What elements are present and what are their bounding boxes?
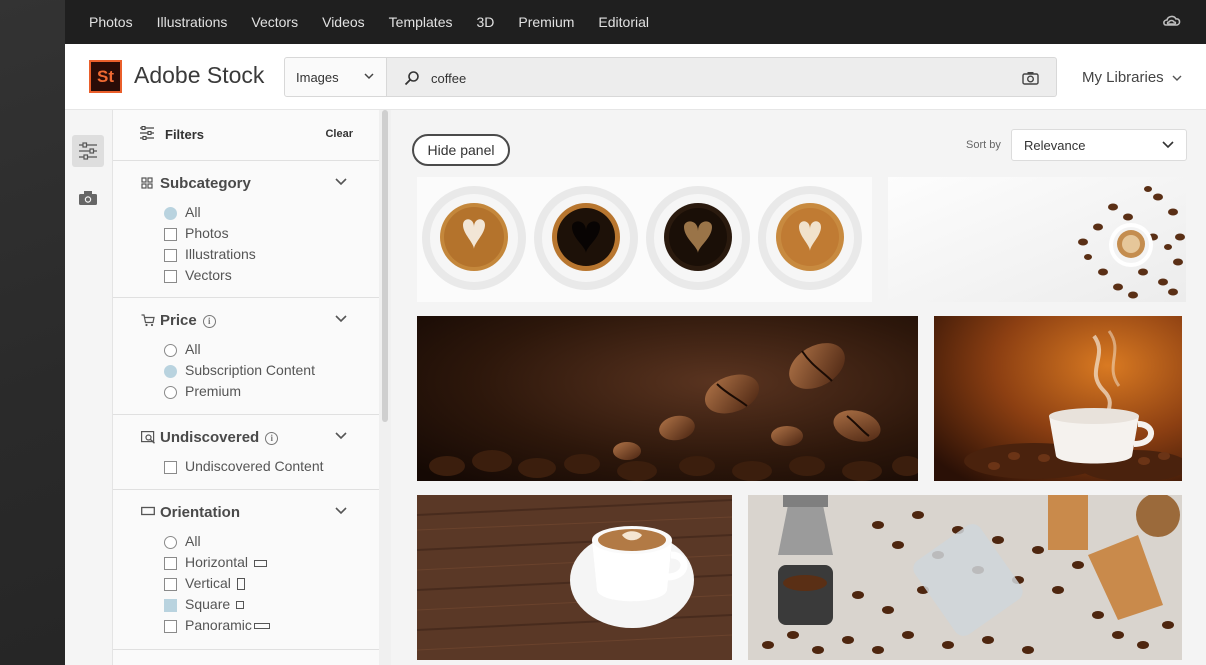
my-libraries-label: My Libraries bbox=[1082, 69, 1164, 86]
chevron-down-icon bbox=[335, 507, 347, 515]
shopping-cart-icon bbox=[141, 314, 155, 327]
asset-type-select[interactable]: Images bbox=[284, 57, 387, 97]
horizontal-orientation-icon bbox=[254, 559, 268, 567]
checkbox[interactable] bbox=[164, 557, 177, 570]
site-header: St Adobe Stock Images My Libraries bbox=[65, 44, 1206, 110]
creative-cloud-icon[interactable] bbox=[1162, 12, 1182, 32]
visual-search-camera-icon[interactable] bbox=[1022, 71, 1039, 85]
clear-filters-button[interactable]: Clear bbox=[325, 128, 353, 140]
sliders-icon bbox=[79, 142, 97, 160]
vertical-orientation-icon bbox=[236, 578, 245, 591]
chevron-down-icon bbox=[335, 315, 347, 323]
subcategory-option-all[interactable]: All bbox=[113, 203, 379, 224]
top-navigation: Photos Illustrations Vectors Videos Temp… bbox=[65, 0, 1206, 44]
chevron-down-icon bbox=[1162, 141, 1174, 149]
orientation-option-square[interactable]: Square bbox=[113, 595, 379, 616]
chevron-down-icon bbox=[364, 73, 374, 80]
hide-panel-button[interactable]: Hide panel bbox=[412, 134, 510, 166]
filters-panel: Filters Clear Subcategory All Photos Ill… bbox=[113, 110, 379, 665]
nav-vectors[interactable]: Vectors bbox=[251, 14, 298, 30]
chevron-down-icon bbox=[335, 178, 347, 186]
checkbox[interactable] bbox=[164, 599, 177, 612]
subcategory-option-illustrations[interactable]: Illustrations bbox=[113, 245, 379, 266]
filters-scrollbar[interactable] bbox=[379, 110, 391, 665]
price-title: Price i bbox=[160, 312, 216, 329]
result-image[interactable] bbox=[748, 495, 1182, 660]
undiscovered-option-content[interactable]: Undiscovered Content bbox=[113, 457, 379, 478]
radio-button[interactable] bbox=[164, 344, 177, 357]
nav-photos[interactable]: Photos bbox=[89, 14, 133, 30]
results-area: Hide panel Sort by Relevance bbox=[391, 110, 1206, 665]
desktop-background bbox=[0, 0, 65, 665]
radio-button[interactable] bbox=[164, 536, 177, 549]
info-icon[interactable]: i bbox=[265, 431, 279, 445]
nav-illustrations[interactable]: Illustrations bbox=[157, 14, 228, 30]
asset-type-value: Images bbox=[296, 69, 339, 85]
result-image[interactable] bbox=[417, 177, 872, 302]
nav-templates[interactable]: Templates bbox=[389, 14, 453, 30]
price-option-premium[interactable]: Premium bbox=[113, 382, 379, 403]
orientation-option-vertical[interactable]: Vertical bbox=[113, 574, 379, 595]
info-icon[interactable]: i bbox=[202, 314, 216, 328]
checkbox[interactable] bbox=[164, 270, 177, 283]
radio-button[interactable] bbox=[164, 365, 177, 378]
result-image[interactable] bbox=[888, 177, 1186, 302]
radio-button[interactable] bbox=[164, 386, 177, 399]
price-section: Price i All Subscription Content Premium bbox=[113, 298, 379, 415]
search-input[interactable] bbox=[431, 67, 991, 89]
undiscovered-section: Undiscovered i Undiscovered Content bbox=[113, 415, 379, 490]
checkbox[interactable] bbox=[164, 249, 177, 262]
orientation-option-panoramic[interactable]: Panoramic bbox=[113, 616, 379, 637]
square-orientation-icon bbox=[236, 601, 245, 610]
subcategory-header[interactable]: Subcategory bbox=[113, 161, 379, 203]
subcategory-title: Subcategory bbox=[160, 175, 251, 192]
result-image[interactable] bbox=[417, 495, 732, 660]
checkbox[interactable] bbox=[164, 228, 177, 241]
result-image[interactable] bbox=[934, 316, 1182, 481]
panoramic-orientation-icon bbox=[253, 623, 270, 630]
price-option-all[interactable]: All bbox=[113, 340, 379, 361]
search-bar bbox=[387, 57, 1057, 97]
sort-by-label: Sort by bbox=[966, 139, 1001, 151]
subcategory-option-photos[interactable]: Photos bbox=[113, 224, 379, 245]
filters-toggle-button[interactable] bbox=[72, 135, 104, 167]
checkbox[interactable] bbox=[164, 578, 177, 591]
sort-select[interactable]: Relevance bbox=[1011, 129, 1187, 161]
price-option-subscription[interactable]: Subscription Content bbox=[113, 361, 379, 382]
search-icon[interactable] bbox=[404, 70, 420, 86]
filters-header: Filters Clear bbox=[113, 110, 379, 161]
my-libraries-menu[interactable]: My Libraries bbox=[1082, 69, 1182, 86]
orientation-title: Orientation bbox=[160, 504, 241, 521]
brand-name[interactable]: Adobe Stock bbox=[134, 62, 264, 89]
undiscovered-header[interactable]: Undiscovered i bbox=[113, 415, 379, 457]
chevron-down-icon bbox=[335, 432, 347, 440]
filters-title: Filters bbox=[165, 127, 205, 142]
checkbox[interactable] bbox=[164, 461, 177, 474]
nav-3d[interactable]: 3D bbox=[476, 14, 494, 30]
result-image[interactable] bbox=[417, 316, 918, 481]
filter-sliders-icon bbox=[140, 126, 154, 140]
camera-icon[interactable] bbox=[78, 190, 98, 206]
nav-editorial[interactable]: Editorial bbox=[598, 14, 649, 30]
subcategory-section: Subcategory All Photos Illustrations Vec… bbox=[113, 161, 379, 298]
checkbox[interactable] bbox=[164, 620, 177, 633]
orientation-header[interactable]: Orientation bbox=[113, 490, 379, 532]
adobe-stock-logo[interactable]: St bbox=[89, 60, 122, 93]
scrollbar-thumb[interactable] bbox=[382, 110, 388, 422]
left-rail bbox=[65, 110, 113, 665]
orientation-option-horizontal[interactable]: Horizontal bbox=[113, 553, 379, 574]
subcategory-option-vectors[interactable]: Vectors bbox=[113, 266, 379, 287]
nav-premium[interactable]: Premium bbox=[518, 14, 574, 30]
grid-icon bbox=[141, 177, 153, 189]
orientation-icon bbox=[141, 506, 155, 516]
nav-videos[interactable]: Videos bbox=[322, 14, 365, 30]
undiscovered-title: Undiscovered i bbox=[160, 429, 279, 446]
orientation-section: Orientation All Horizontal Vertical Squa… bbox=[113, 490, 379, 650]
orientation-option-all[interactable]: All bbox=[113, 532, 379, 553]
price-header[interactable]: Price i bbox=[113, 298, 379, 340]
sort-value: Relevance bbox=[1024, 137, 1086, 153]
undiscovered-search-icon bbox=[141, 431, 155, 444]
radio-button[interactable] bbox=[164, 207, 177, 220]
chevron-down-icon bbox=[1172, 75, 1182, 81]
